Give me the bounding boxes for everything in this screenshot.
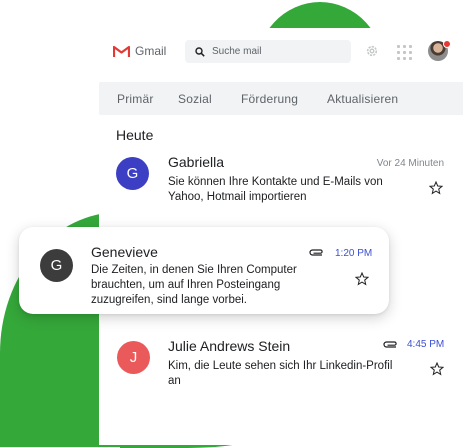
star-icon[interactable] xyxy=(429,181,443,195)
star-icon[interactable] xyxy=(355,272,369,286)
email-row[interactable]: J Julie Andrews Stein 4:45 PM Kim, die L… xyxy=(99,337,463,397)
sender-avatar: G xyxy=(116,157,149,190)
search-input[interactable] xyxy=(212,46,342,57)
section-title: Heute xyxy=(116,127,154,143)
tab-primary[interactable]: Primär xyxy=(117,92,154,106)
category-tabs: Primär Sozial Förderung Aktualisieren xyxy=(99,82,463,115)
tab-social[interactable]: Sozial xyxy=(178,92,212,106)
email-time: Vor 24 Minuten xyxy=(376,158,444,169)
tab-promotions[interactable]: Förderung xyxy=(241,92,298,106)
logo-text: Gmail xyxy=(135,44,167,58)
notification-dot xyxy=(443,40,451,48)
star-icon[interactable] xyxy=(430,362,444,376)
email-snippet: Kim, die Leute sehen sich Ihr Linkedin-P… xyxy=(168,360,393,387)
email-snippet: Die Zeiten, in denen Sie Ihren Computer … xyxy=(91,264,297,306)
sender-avatar: G xyxy=(40,249,73,282)
attachment-icon xyxy=(383,341,397,348)
apps-grid-icon[interactable] xyxy=(397,45,412,60)
email-snippet: Sie können Ihre Kontakte und E-Mails von… xyxy=(168,176,383,203)
gmail-logo-icon xyxy=(113,45,130,57)
gear-icon[interactable] xyxy=(365,44,379,58)
top-bar: Gmail xyxy=(99,28,463,78)
sender-name: Genevieve xyxy=(91,244,158,260)
sender-avatar: J xyxy=(117,341,150,374)
search-bar[interactable] xyxy=(185,40,351,63)
sender-name: Gabriella xyxy=(168,154,225,170)
gmail-logo[interactable]: Gmail xyxy=(113,44,166,58)
email-row[interactable]: G Gabriella Vor 24 Minuten Sie können Ih… xyxy=(99,154,463,214)
tab-updates[interactable]: Aktualisieren xyxy=(327,92,398,106)
email-row-highlighted[interactable]: G Genevieve 1:20 PM Die Zeiten, in denen… xyxy=(19,227,389,314)
search-icon xyxy=(195,46,205,57)
attachment-icon xyxy=(309,249,323,256)
sender-name: Julie Andrews Stein xyxy=(168,338,291,354)
email-time: 1:20 PM xyxy=(335,248,373,259)
email-time: 4:45 PM xyxy=(407,339,445,350)
